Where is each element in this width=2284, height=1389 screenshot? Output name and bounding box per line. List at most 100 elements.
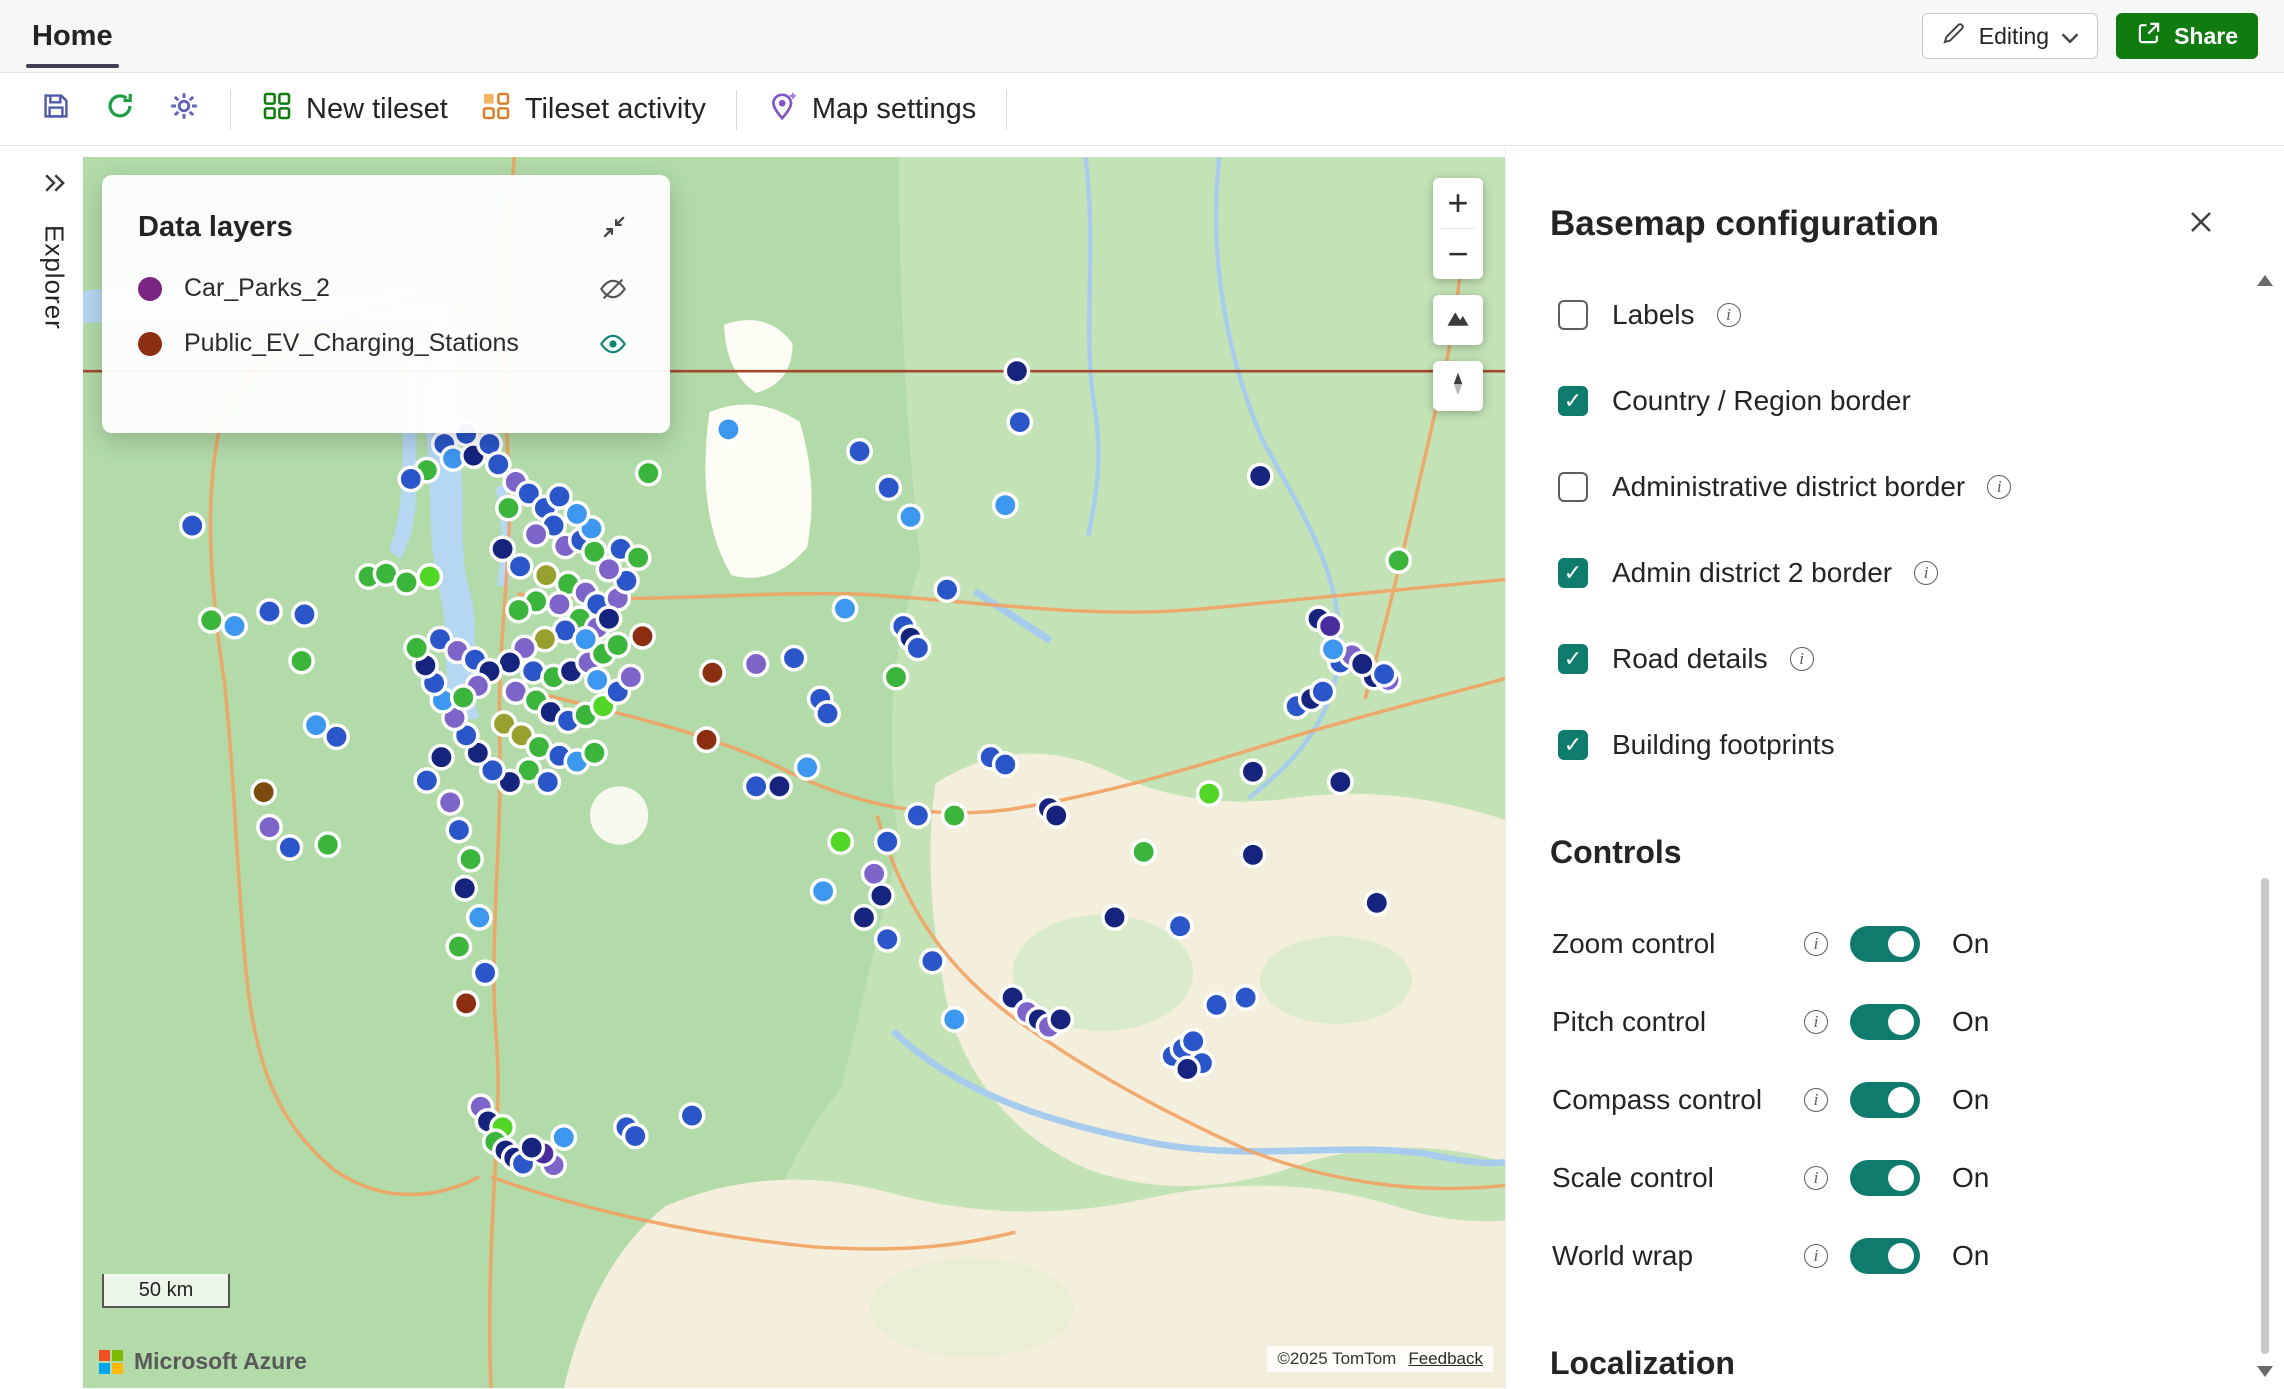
checkbox-unchecked[interactable] [1558, 472, 1588, 502]
map-marker[interactable] [1132, 840, 1155, 863]
map-marker[interactable] [520, 1136, 543, 1159]
map-marker[interactable] [459, 848, 482, 871]
map-marker[interactable] [768, 775, 791, 798]
map-marker[interactable] [1249, 464, 1272, 487]
map-marker[interactable] [1182, 1030, 1205, 1053]
map-marker[interactable] [536, 770, 559, 793]
map-marker[interactable] [468, 906, 491, 929]
map-marker[interactable] [583, 741, 606, 764]
info-icon[interactable]: i [1790, 647, 1814, 671]
collapse-panel-icon[interactable] [598, 211, 630, 246]
map-marker[interactable] [455, 992, 478, 1015]
close-icon[interactable] [2182, 203, 2220, 244]
map-marker[interactable] [884, 665, 907, 688]
data-layer-row[interactable]: Public_EV_Charging_Stations [138, 329, 630, 358]
map-marker[interactable] [744, 652, 767, 675]
map-marker[interactable] [876, 928, 899, 951]
map-marker[interactable] [1319, 614, 1342, 637]
map-marker[interactable] [552, 1126, 575, 1149]
map-marker[interactable] [1351, 652, 1374, 675]
toggle-switch-on[interactable] [1850, 1238, 1920, 1274]
map-marker[interactable] [252, 781, 275, 804]
info-icon[interactable]: i [1804, 1088, 1828, 1112]
map-marker[interactable] [447, 935, 470, 958]
map-marker[interactable] [399, 467, 422, 490]
map-marker[interactable] [508, 555, 531, 578]
visibility-on-icon[interactable] [596, 331, 630, 357]
feedback-link[interactable]: Feedback [1408, 1349, 1483, 1369]
expand-explorer-icon[interactable] [41, 172, 67, 199]
map-marker[interactable] [899, 505, 922, 528]
map-marker[interactable] [395, 571, 418, 594]
map-marker[interactable] [795, 756, 818, 779]
map-marker[interactable] [447, 818, 470, 841]
map-marker[interactable] [1008, 410, 1031, 433]
map-marker[interactable] [524, 523, 547, 546]
map-marker[interactable] [994, 494, 1017, 517]
map-marker[interactable] [935, 578, 958, 601]
map-marker[interactable] [1241, 843, 1264, 866]
map-marker[interactable] [1387, 549, 1410, 572]
map-marker[interactable] [1365, 891, 1388, 914]
map-marker[interactable] [497, 496, 520, 519]
toggle-switch-on[interactable] [1850, 1004, 1920, 1040]
map-marker[interactable] [1103, 906, 1126, 929]
map-marker[interactable] [1045, 804, 1068, 827]
map-marker[interactable] [418, 565, 441, 588]
map-marker[interactable] [1311, 680, 1334, 703]
map-marker[interactable] [994, 753, 1017, 776]
map-marker[interactable] [637, 461, 660, 484]
map-marker[interactable] [862, 862, 885, 885]
refresh-button[interactable] [92, 82, 148, 138]
toggle-switch-on[interactable] [1850, 1082, 1920, 1118]
map-marker[interactable] [1321, 638, 1344, 661]
map-marker[interactable] [452, 686, 475, 709]
map-marker[interactable] [870, 884, 893, 907]
info-icon[interactable]: i [1717, 303, 1741, 327]
map-marker[interactable] [597, 607, 620, 630]
info-icon[interactable]: i [1804, 932, 1828, 956]
map-marker[interactable] [680, 1104, 703, 1127]
map-marker[interactable] [278, 836, 301, 859]
map-marker[interactable] [439, 791, 462, 814]
map-marker[interactable] [473, 961, 496, 984]
map-marker[interactable] [852, 906, 875, 929]
info-icon[interactable]: i [1914, 561, 1938, 585]
map-marker[interactable] [943, 804, 966, 827]
map-marker[interactable] [906, 804, 929, 827]
compass-control-button[interactable] [1433, 361, 1483, 411]
info-icon[interactable]: i [1804, 1010, 1828, 1034]
map-marker[interactable] [717, 418, 740, 441]
info-icon[interactable]: i [1804, 1244, 1828, 1268]
new-tileset-button[interactable]: New tileset [249, 82, 460, 138]
map-marker[interactable] [258, 815, 281, 838]
map-marker[interactable] [1241, 760, 1264, 783]
map-settings-button[interactable]: Map settings [755, 82, 988, 138]
map-marker[interactable] [1176, 1057, 1199, 1080]
map-marker[interactable] [1234, 986, 1257, 1009]
map-marker[interactable] [1372, 663, 1395, 686]
map-marker[interactable] [1205, 993, 1228, 1016]
map-marker[interactable] [507, 598, 530, 621]
share-button[interactable]: Share [2116, 13, 2258, 59]
map-marker[interactable] [744, 775, 767, 798]
map-marker[interactable] [848, 440, 871, 463]
map-marker[interactable] [1198, 782, 1221, 805]
map-marker[interactable] [811, 880, 834, 903]
map-canvas[interactable]: Data layers Car_Parks_2Public_EV_Chargin… [83, 157, 1505, 1388]
toggle-switch-on[interactable] [1850, 926, 1920, 962]
map-marker[interactable] [833, 597, 856, 620]
toggle-switch-on[interactable] [1850, 1160, 1920, 1196]
map-marker[interactable] [877, 476, 900, 499]
scroll-down-icon[interactable] [2257, 1366, 2273, 1377]
map-marker[interactable] [921, 950, 944, 973]
map-marker[interactable] [200, 609, 223, 632]
map-marker[interactable] [535, 563, 558, 586]
checkbox-checked[interactable]: ✓ [1558, 558, 1588, 588]
map-marker[interactable] [829, 830, 852, 853]
editing-mode-button[interactable]: Editing [1922, 13, 2098, 59]
map-marker[interactable] [293, 603, 316, 626]
checkbox-unchecked[interactable] [1558, 300, 1588, 330]
info-icon[interactable]: i [1987, 475, 2011, 499]
map-marker[interactable] [1168, 915, 1191, 938]
